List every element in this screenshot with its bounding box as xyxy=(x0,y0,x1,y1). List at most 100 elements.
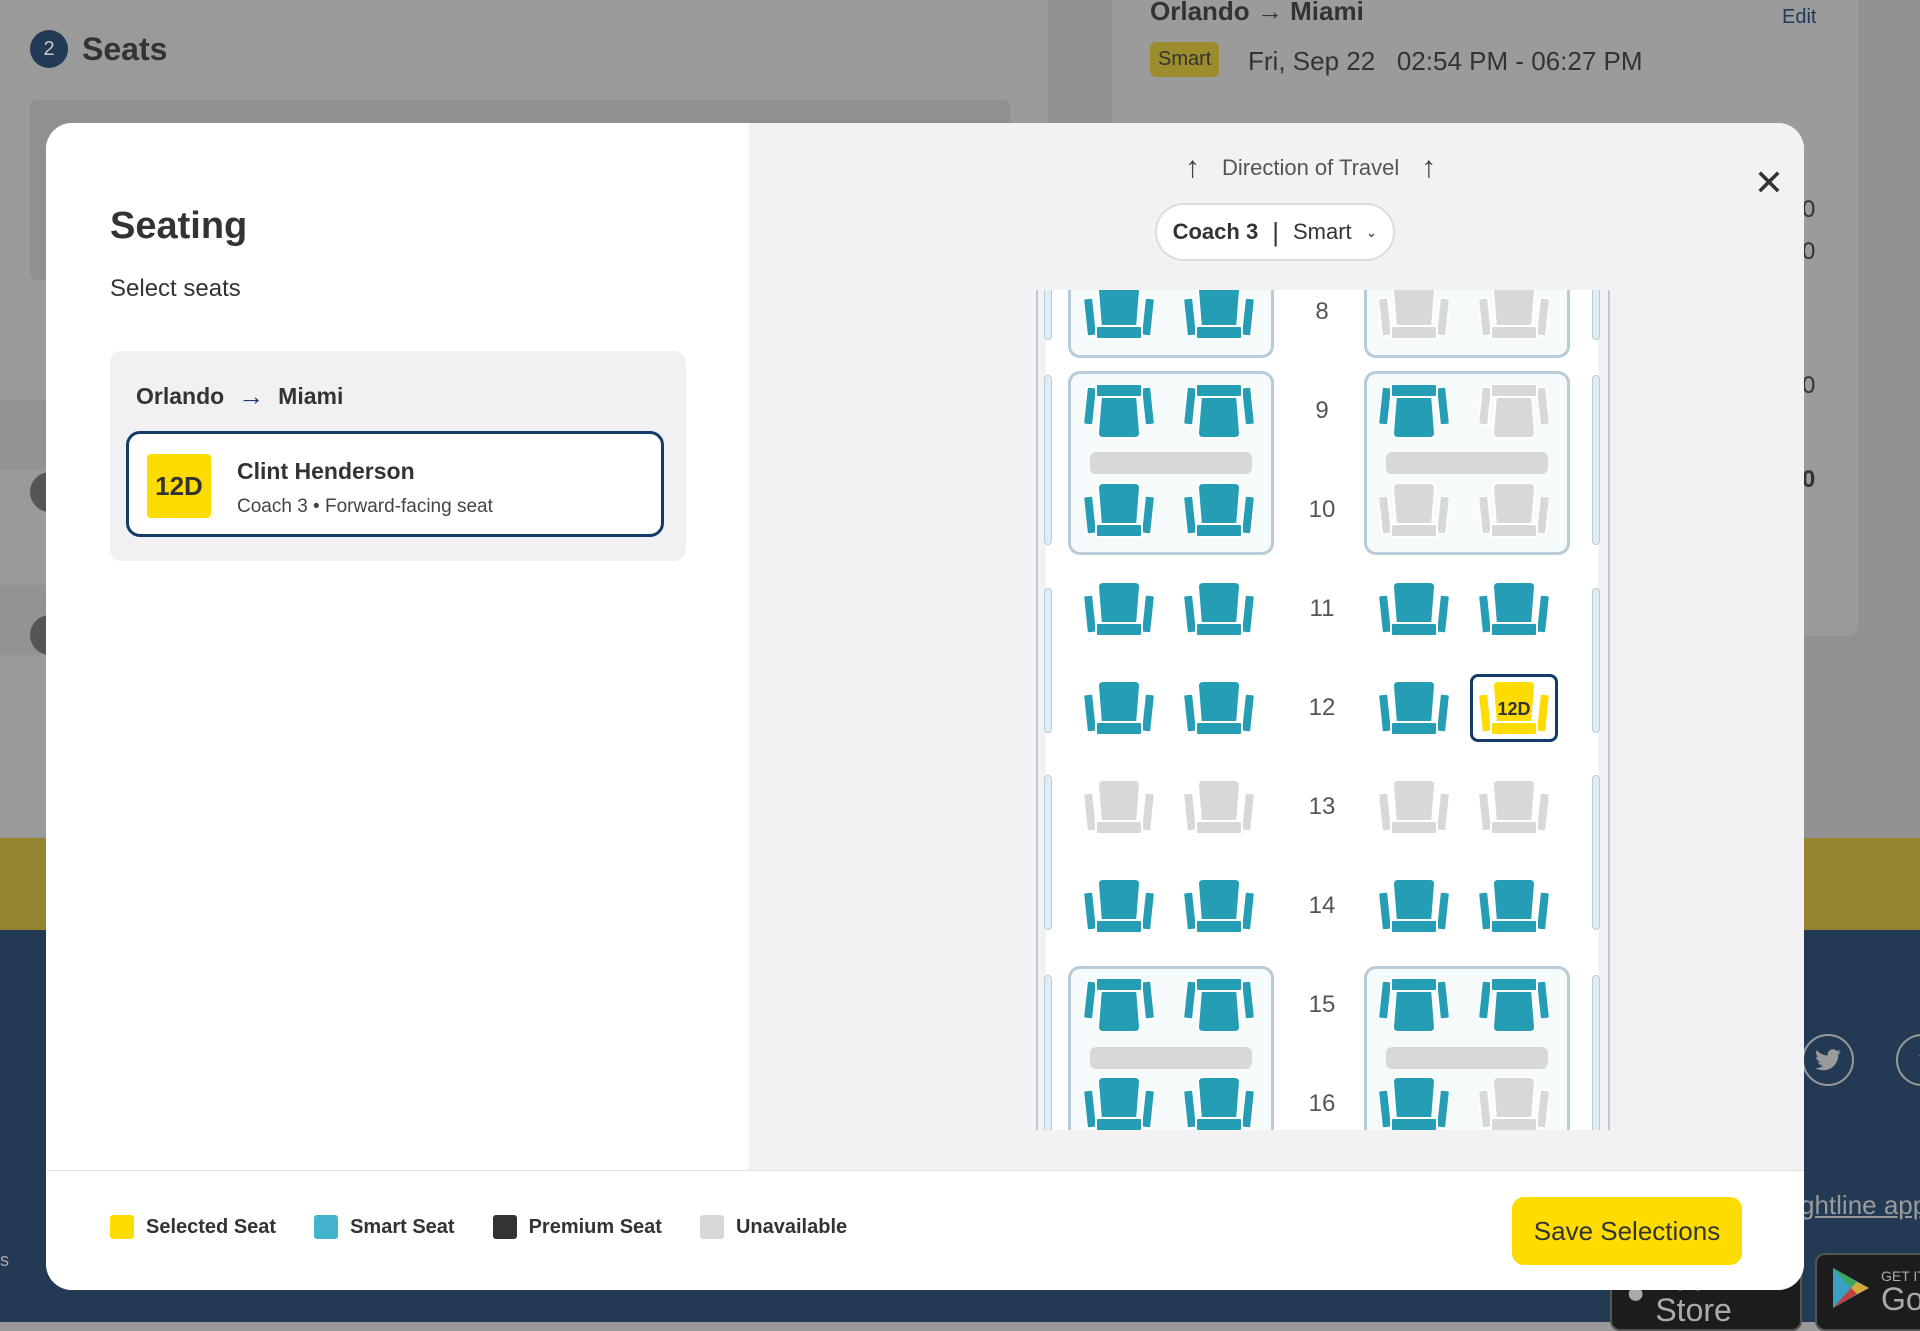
seat-14C[interactable] xyxy=(1379,878,1449,934)
seat-15B[interactable] xyxy=(1184,977,1254,1033)
seat-14A[interactable] xyxy=(1084,878,1154,934)
app-download-link[interactable]: ghtline app xyxy=(1800,1190,1920,1221)
row-number: 14 xyxy=(1308,892,1336,919)
seat-8B[interactable] xyxy=(1184,290,1254,340)
seat-12B[interactable] xyxy=(1184,680,1254,736)
seat-9B[interactable] xyxy=(1184,383,1254,439)
price-total-fragment: 0 xyxy=(1802,466,1816,493)
seat-8C xyxy=(1379,290,1449,340)
google-play-label: GET ITGo xyxy=(1881,1269,1920,1315)
seat-16A[interactable] xyxy=(1084,1076,1154,1130)
window xyxy=(1044,975,1052,1130)
seat-11D[interactable] xyxy=(1479,581,1549,637)
seat-16B[interactable] xyxy=(1184,1076,1254,1130)
trip-time: 02:54 PM - 06:27 PM xyxy=(1396,46,1643,76)
row-number: 12 xyxy=(1308,694,1336,721)
seat-12A[interactable] xyxy=(1084,680,1154,736)
seat-11B[interactable] xyxy=(1184,581,1254,637)
modal-title: Seating xyxy=(110,205,248,247)
seat-13A xyxy=(1084,779,1154,835)
seat-8D xyxy=(1479,290,1549,340)
legend-swatch xyxy=(492,1215,517,1239)
table xyxy=(1386,452,1548,474)
step-number: 2 xyxy=(30,30,68,68)
legend-label: Premium Seat xyxy=(528,1215,662,1238)
window xyxy=(1044,775,1052,930)
passenger-seat-card[interactable]: 12D Clint Henderson Coach 3 • Forward-fa… xyxy=(126,431,664,537)
window xyxy=(1592,775,1600,930)
seat-13D xyxy=(1479,779,1549,835)
seat-15A[interactable] xyxy=(1084,977,1154,1033)
google-play-name: Go xyxy=(1881,1281,1920,1317)
seat-15D[interactable] xyxy=(1479,977,1549,1033)
direction-label: Direction of Travel xyxy=(1222,155,1400,180)
legend-item: Premium Seat xyxy=(492,1215,662,1239)
seat-9D xyxy=(1479,383,1549,439)
seat-16D xyxy=(1479,1076,1549,1130)
seat-11A[interactable] xyxy=(1084,581,1154,637)
seat-8A[interactable] xyxy=(1084,290,1154,340)
price-fragment: 0 xyxy=(1802,196,1816,223)
window xyxy=(1044,375,1052,545)
legend-swatch xyxy=(110,1215,134,1239)
legend-item: Selected Seat xyxy=(110,1215,276,1239)
seat-11C[interactable] xyxy=(1379,581,1449,637)
seat-14B[interactable] xyxy=(1184,878,1254,934)
passenger-seat-badge: 12D xyxy=(147,454,211,518)
chevron-down-icon: ⌄ xyxy=(1365,223,1378,240)
legend-item: Unavailable xyxy=(699,1215,847,1239)
origin: Orlando xyxy=(136,383,225,409)
modal-subtitle: Select seats xyxy=(110,275,241,302)
seat-9A[interactable] xyxy=(1084,383,1154,439)
direction-of-travel: ↑ Direction of Travel ↑ xyxy=(1185,151,1436,185)
seat-legend: Selected Seat Smart Seat Premium Seat Unava… xyxy=(110,1215,847,1239)
seat-16C[interactable] xyxy=(1379,1076,1449,1130)
seating-modal: Seating Select seats Orlando → Miami 12D… xyxy=(46,123,1804,1290)
row-number: 13 xyxy=(1308,793,1336,820)
coach-class: Smart xyxy=(1292,219,1352,244)
arrow-up-icon: ↑ xyxy=(1421,151,1437,184)
row-number: 10 xyxy=(1308,496,1336,523)
modal-right-panel: ↑ Direction of Travel ↑ Coach 3 | Smart … xyxy=(749,123,1804,1170)
seat-10C xyxy=(1379,482,1449,538)
row-number: 8 xyxy=(1315,298,1329,325)
window xyxy=(1592,975,1600,1130)
trip-datetime: Fri, Sep 22 02:54 PM - 06:27 PM xyxy=(1248,46,1643,77)
coach-selector[interactable]: Coach 3 | Smart ⌄ xyxy=(1155,203,1395,261)
coach-interior[interactable]: 8 9 10 11 12 12D 13 14 15 16 xyxy=(1044,290,1600,1130)
modal-left-panel: Seating Select seats Orlando → Miami 12D… xyxy=(46,123,749,1170)
google-play-badge[interactable]: GET ITGo xyxy=(1815,1253,1920,1331)
seat-10A[interactable] xyxy=(1084,482,1154,538)
coach-separator: | xyxy=(1272,216,1279,247)
window xyxy=(1592,588,1600,733)
passenger-seat-description: Coach 3 • Forward-facing seat xyxy=(237,496,493,517)
coach-number: Coach 3 xyxy=(1172,219,1259,244)
seat-13B xyxy=(1184,779,1254,835)
window xyxy=(1592,290,1600,340)
table xyxy=(1090,1047,1252,1069)
legend-swatch xyxy=(314,1215,339,1239)
price-fragment: 0 xyxy=(1802,238,1816,265)
edit-link[interactable]: Edit xyxy=(1782,6,1816,29)
seat-9C[interactable] xyxy=(1379,383,1449,439)
seat-12D[interactable]: 12D xyxy=(1470,674,1558,742)
row-number: 11 xyxy=(1309,595,1335,622)
modal-footer: Selected Seat Smart Seat Premium Seat Unava… xyxy=(46,1170,1804,1290)
row-number: 15 xyxy=(1308,991,1336,1018)
legend-swatch xyxy=(699,1215,724,1239)
save-selections-button[interactable]: Save Selections xyxy=(1512,1197,1742,1265)
arrow-right-icon: → xyxy=(238,381,265,411)
seat-14D[interactable] xyxy=(1479,878,1549,934)
trip-date: Fri, Sep 22 xyxy=(1248,46,1376,76)
twitter-icon[interactable] xyxy=(1802,1034,1854,1086)
footer-text-fragment: s xyxy=(0,1250,9,1270)
seat-15C[interactable] xyxy=(1379,977,1449,1033)
table xyxy=(1386,1047,1548,1069)
seat-12C[interactable] xyxy=(1379,680,1449,736)
seat-10D xyxy=(1479,482,1549,538)
window xyxy=(1044,588,1052,733)
seat-10B[interactable] xyxy=(1184,482,1254,538)
window xyxy=(1044,290,1052,340)
fare-badge: Smart xyxy=(1150,42,1220,77)
close-icon[interactable]: ✕ xyxy=(1749,162,1789,203)
